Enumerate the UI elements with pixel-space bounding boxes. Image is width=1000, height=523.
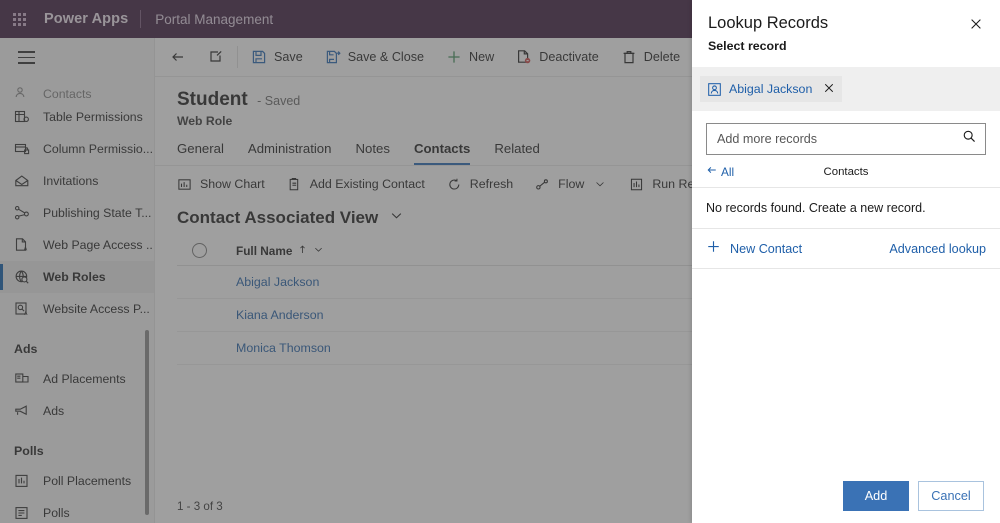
back-to-all-button[interactable]: All	[706, 164, 734, 179]
lookup-actions-row: New Contact Advanced lookup	[692, 229, 1000, 269]
app-root: Power Apps Portal Management Contacts	[0, 0, 1000, 523]
panel-title: Lookup Records	[708, 14, 829, 32]
new-contact-button[interactable]: New Contact	[706, 239, 802, 258]
plus-icon	[706, 239, 721, 258]
cancel-button[interactable]: Cancel	[918, 481, 984, 511]
remove-chip-icon[interactable]	[823, 82, 835, 96]
selected-record-chip[interactable]: Abigal Jackson	[700, 76, 843, 102]
selected-records-area: Abigal Jackson	[692, 67, 1000, 111]
modal-dim-overlay[interactable]	[0, 0, 692, 523]
scope-entity-label: Contacts	[823, 165, 869, 178]
close-icon[interactable]	[962, 10, 990, 38]
empty-results-message: No records found. Create a new record.	[692, 188, 1000, 229]
lookup-scope-row: All Contacts	[692, 155, 1000, 188]
panel-footer: Add Cancel	[692, 481, 1000, 523]
advanced-lookup-link[interactable]: Advanced lookup	[889, 242, 986, 256]
new-contact-label: New Contact	[730, 241, 803, 256]
panel-header: Lookup Records Select record	[692, 0, 1000, 53]
lookup-search-box[interactable]	[706, 123, 986, 155]
panel-subtitle: Select record	[708, 39, 787, 53]
lookup-records-panel: Lookup Records Select record Abigal Jack…	[692, 0, 1000, 523]
back-arrow-icon	[706, 164, 718, 179]
chip-label: Abigal Jackson	[729, 82, 813, 96]
contact-record-icon	[707, 82, 722, 97]
add-button[interactable]: Add	[843, 481, 909, 511]
search-input[interactable]	[717, 132, 962, 146]
search-icon[interactable]	[962, 129, 977, 149]
back-to-all-label: All	[721, 164, 735, 179]
